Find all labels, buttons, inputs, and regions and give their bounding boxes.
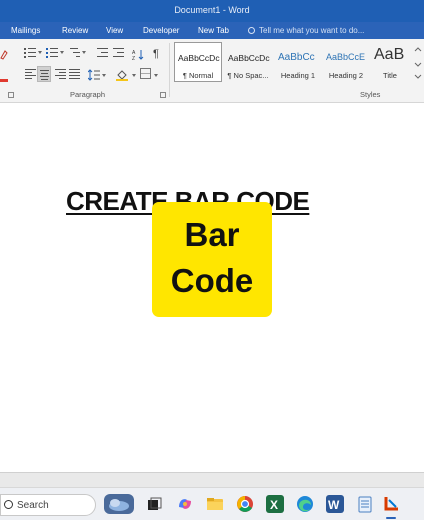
widgets-icon[interactable] xyxy=(104,494,134,514)
file-explorer-icon[interactable] xyxy=(206,495,224,513)
style-name: Title xyxy=(383,71,397,80)
numbering-icon[interactable] xyxy=(46,47,58,58)
show-formatting-icon[interactable]: ¶ xyxy=(153,46,165,60)
style-title[interactable]: AaB Title xyxy=(370,42,410,82)
styles-group-label: Styles xyxy=(360,90,381,99)
sort-icon[interactable]: AZ xyxy=(132,47,144,62)
style-name: Heading 1 xyxy=(280,71,316,80)
title-bar: Document1 - Word xyxy=(0,0,424,22)
tab-new-tab[interactable]: New Tab xyxy=(198,26,229,35)
styles-scroll[interactable] xyxy=(414,45,422,81)
line-spacing-dropdown-icon[interactable] xyxy=(102,74,107,77)
ribbon-tabs: Mailings Review View Developer New Tab T… xyxy=(0,22,424,39)
justify-icon[interactable] xyxy=(68,69,80,79)
bullets-icon[interactable] xyxy=(24,47,36,58)
badge-line-1: Bar xyxy=(184,216,240,253)
shading-dropdown-icon[interactable] xyxy=(132,74,137,77)
style-sample: AaBbCcE xyxy=(326,52,366,62)
window-title: Document1 - Word xyxy=(174,5,250,15)
svg-text:X: X xyxy=(270,498,278,512)
line-spacing-icon[interactable] xyxy=(87,68,100,81)
increase-indent-icon[interactable] xyxy=(112,47,124,57)
badge-line-2: Code xyxy=(170,262,254,299)
svg-text:Z: Z xyxy=(132,56,135,60)
style-normal[interactable]: AaBbCcDc ¶ Normal xyxy=(174,42,222,82)
decrease-indent-icon[interactable] xyxy=(96,47,108,57)
borders-icon[interactable] xyxy=(140,68,151,79)
style-sample: AaBbCcDc xyxy=(228,53,270,63)
align-center-icon[interactable] xyxy=(37,66,51,82)
tab-developer[interactable]: Developer xyxy=(143,26,179,35)
font-dialog-launcher-icon[interactable] xyxy=(8,92,14,98)
word-icon[interactable]: W xyxy=(326,495,344,513)
snipping-tool-icon[interactable] xyxy=(382,495,400,513)
chrome-icon[interactable] xyxy=(236,495,254,513)
excel-icon[interactable]: X xyxy=(266,495,284,513)
style-name: Heading 2 xyxy=(328,71,364,80)
tab-review[interactable]: Review xyxy=(62,26,88,35)
edge-icon[interactable] xyxy=(296,495,314,513)
taskbar-search[interactable]: Search xyxy=(0,494,96,516)
svg-text:W: W xyxy=(328,498,340,512)
font-color-icon[interactable] xyxy=(0,69,8,82)
ribbon: AZ ¶ Paragraph AaBbCcDc ¶ Normal AaBbCcD… xyxy=(0,39,424,103)
shading-icon[interactable] xyxy=(116,68,130,81)
notepad-icon[interactable] xyxy=(356,495,374,513)
style-no-spacing[interactable]: AaBbCcDc ¶ No Spac... xyxy=(224,42,272,82)
status-bar xyxy=(0,472,424,487)
task-view-icon[interactable] xyxy=(145,495,163,513)
style-sample: AaBbCcDc xyxy=(178,53,220,63)
numbering-dropdown-icon[interactable] xyxy=(60,51,65,54)
active-app-indicator xyxy=(386,517,396,519)
search-icon xyxy=(4,500,13,509)
taskbar: Search X W xyxy=(0,487,424,520)
ribbon-separator xyxy=(169,43,170,97)
tell-me-text: Tell me what you want to do... xyxy=(259,26,365,35)
style-name: ¶ No Spac... xyxy=(227,71,269,80)
clear-format-icon[interactable] xyxy=(0,47,8,60)
copilot-icon[interactable] xyxy=(176,495,194,513)
multilevel-dropdown-icon[interactable] xyxy=(82,51,87,54)
style-heading-2[interactable]: AaBbCcE Heading 2 xyxy=(322,42,370,82)
multilevel-list-icon[interactable] xyxy=(68,47,80,57)
paragraph-dialog-launcher-icon[interactable] xyxy=(160,92,166,98)
align-left-icon[interactable] xyxy=(24,69,36,79)
style-name: ¶ Normal xyxy=(182,71,214,80)
search-label: Search xyxy=(17,500,49,511)
tell-me-search[interactable]: Tell me what you want to do... xyxy=(248,26,364,35)
bullets-dropdown-icon[interactable] xyxy=(38,51,43,54)
lightbulb-icon xyxy=(248,27,255,34)
tab-view[interactable]: View xyxy=(106,26,123,35)
document-page[interactable]: CREATE BAR CODE Bar Code xyxy=(0,104,424,472)
align-right-icon[interactable] xyxy=(54,69,66,79)
style-sample: AaB xyxy=(374,46,405,63)
style-sample: AaBbCc xyxy=(278,52,315,63)
bar-code-badge: Bar Code xyxy=(152,202,272,317)
tab-mailings[interactable]: Mailings xyxy=(11,26,40,35)
paragraph-group-label: Paragraph xyxy=(70,90,106,99)
borders-dropdown-icon[interactable] xyxy=(154,74,159,77)
style-heading-1[interactable]: AaBbCc Heading 1 xyxy=(274,42,322,82)
svg-text:¶: ¶ xyxy=(153,48,159,59)
